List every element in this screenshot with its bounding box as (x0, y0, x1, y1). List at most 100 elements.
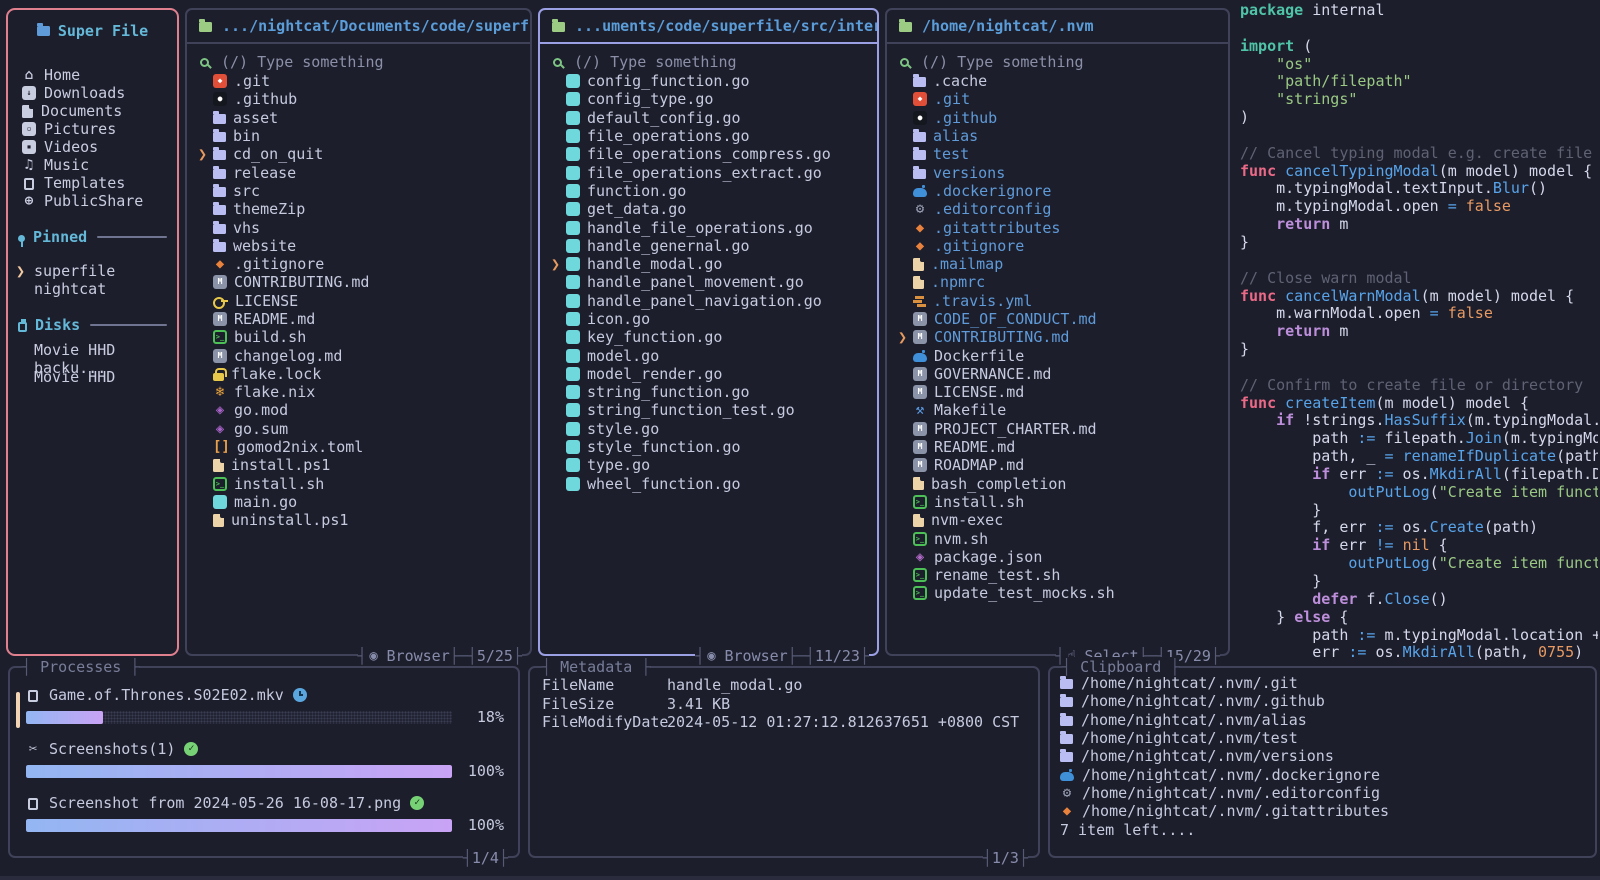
disk-item-movie-hhd-backu-[interactable]: Movie HHD backu... (8, 350, 177, 368)
file-row[interactable]: string_function_test.go (550, 401, 867, 419)
file-row[interactable]: MROADMAP.md (897, 456, 1218, 474)
panel-search-bar[interactable]: (/) Type something (550, 52, 867, 71)
file-row[interactable]: handle_file_operations.go (550, 218, 867, 236)
file-row[interactable]: wheel_function.go (550, 475, 867, 493)
file-row[interactable]: Dockerfile (897, 346, 1218, 364)
file-row[interactable]: file_operations_compress.go (550, 145, 867, 163)
file-row[interactable]: .npmrc (897, 273, 1218, 291)
file-row[interactable]: default_config.go (550, 109, 867, 127)
file-row[interactable]: MGOVERNANCE.md (897, 365, 1218, 383)
file-row[interactable]: ◆.git (197, 72, 520, 90)
file-row[interactable]: config_function.go (550, 72, 867, 90)
sidebar-item-downloads[interactable]: ↓Downloads (8, 84, 177, 102)
file-row[interactable]: >_install.sh (897, 493, 1218, 511)
panel-path-header[interactable]: /home/nightcat/.nvm (887, 10, 1228, 44)
file-row[interactable]: vhs (197, 218, 520, 236)
file-row[interactable]: key_function.go (550, 328, 867, 346)
file-row[interactable]: MCODE_OF_CONDUCT.md (897, 310, 1218, 328)
file-row[interactable]: file_operations.go (550, 127, 867, 145)
file-row[interactable]: >_install.sh (197, 475, 520, 493)
sidebar-item-pictures[interactable]: ▫Pictures (8, 120, 177, 138)
file-row[interactable]: bin (197, 127, 520, 145)
file-row[interactable]: ●.github (897, 109, 1218, 127)
file-row[interactable]: ◈go.mod (197, 401, 520, 419)
file-row[interactable]: >_build.sh (197, 328, 520, 346)
sidebar-item-publicshare[interactable]: ⊕PublicShare (8, 192, 177, 210)
file-row[interactable]: ◈go.sum (197, 420, 520, 438)
sidebar-item-videos[interactable]: ▪Videos (8, 138, 177, 156)
pinned-item-superfile[interactable]: ❯superfile (8, 262, 177, 280)
file-row[interactable]: ◆.gitignore (197, 255, 520, 273)
file-row[interactable]: ●.github (197, 90, 520, 108)
file-row[interactable]: ◆.gitattributes (897, 218, 1218, 236)
file-row[interactable]: uninstall.ps1 (197, 511, 520, 529)
file-row[interactable]: icon.go (550, 310, 867, 328)
file-row[interactable]: file_operations_extract.go (550, 163, 867, 181)
file-row[interactable]: src (197, 182, 520, 200)
file-row[interactable]: release (197, 163, 520, 181)
file-row[interactable]: handle_genernal.go (550, 237, 867, 255)
disk-item-movie-hhd[interactable]: Movie HHD (8, 368, 177, 386)
file-row[interactable]: style_function.go (550, 438, 867, 456)
sidebar-item-documents[interactable]: Documents (8, 102, 177, 120)
file-row[interactable]: ⚒Makefile (897, 401, 1218, 419)
file-row[interactable]: >_nvm.sh (897, 529, 1218, 547)
file-row[interactable]: config_type.go (550, 90, 867, 108)
file-row[interactable]: model_render.go (550, 365, 867, 383)
file-row[interactable]: flake.lock (197, 365, 520, 383)
file-row[interactable]: MCONTRIBUTING.md (197, 273, 520, 291)
file-row[interactable]: main.go (197, 493, 520, 511)
file-row[interactable]: test (897, 145, 1218, 163)
file-row[interactable]: .mailmap (897, 255, 1218, 273)
process-item[interactable]: Game.of.Thrones.S02E02.mkv18% (26, 686, 504, 726)
file-row[interactable]: type.go (550, 456, 867, 474)
file-row[interactable]: install.ps1 (197, 456, 520, 474)
panel-search-bar[interactable]: (/) Type something (897, 52, 1218, 71)
file-row[interactable]: .cache (897, 72, 1218, 90)
file-row[interactable]: MREADME.md (897, 438, 1218, 456)
file-row[interactable]: ◈package.json (897, 548, 1218, 566)
file-row[interactable]: MREADME.md (197, 310, 520, 328)
process-item[interactable]: ✂Screenshots(1)✓100% (26, 740, 504, 780)
pinned-item-nightcat[interactable]: nightcat (8, 280, 177, 298)
file-row[interactable]: model.go (550, 346, 867, 364)
file-row[interactable]: Mchangelog.md (197, 346, 520, 364)
file-row[interactable]: bash_completion (897, 475, 1218, 493)
sidebar-item-music[interactable]: ♫Music (8, 156, 177, 174)
file-row[interactable]: ❯MCONTRIBUTING.md (897, 328, 1218, 346)
file-row[interactable]: asset (197, 109, 520, 127)
file-row[interactable]: .dockerignore (897, 182, 1218, 200)
pin-icon (18, 235, 25, 242)
file-row[interactable]: ◆.git (897, 90, 1218, 108)
panel-search-bar[interactable]: (/) Type something (197, 52, 520, 71)
sidebar-item-home[interactable]: ⌂Home (8, 66, 177, 84)
file-row[interactable]: nvm-exec (897, 511, 1218, 529)
panel-path-header[interactable]: .../nightcat/Documents/code/superfile (187, 10, 530, 44)
file-row[interactable]: >_update_test_mocks.sh (897, 584, 1218, 602)
file-row[interactable]: website (197, 237, 520, 255)
file-row[interactable]: themeZip (197, 200, 520, 218)
file-row[interactable]: string_function.go (550, 383, 867, 401)
panel-path-header[interactable]: ...uments/code/superfile/src/internal (540, 10, 877, 44)
file-row[interactable]: handle_panel_navigation.go (550, 292, 867, 310)
file-row[interactable]: .travis.yml (897, 292, 1218, 310)
file-row[interactable]: []gomod2nix.toml (197, 438, 520, 456)
file-row[interactable]: function.go (550, 182, 867, 200)
file-row[interactable]: LICENSE (197, 292, 520, 310)
file-row[interactable]: MLICENSE.md (897, 383, 1218, 401)
process-item[interactable]: Screenshot from 2024-05-26 16-08-17.png✓… (26, 794, 504, 834)
file-row[interactable]: ❯cd_on_quit (197, 145, 520, 163)
sidebar-item-templates[interactable]: Templates (8, 174, 177, 192)
file-row[interactable]: ❄flake.nix (197, 383, 520, 401)
file-row[interactable]: alias (897, 127, 1218, 145)
code-line (1240, 359, 1598, 377)
file-row[interactable]: handle_panel_movement.go (550, 273, 867, 291)
file-row[interactable]: ⚙.editorconfig (897, 200, 1218, 218)
file-row[interactable]: MPROJECT_CHARTER.md (897, 420, 1218, 438)
file-row[interactable]: ◆.gitignore (897, 237, 1218, 255)
file-row[interactable]: get_data.go (550, 200, 867, 218)
file-row[interactable]: style.go (550, 420, 867, 438)
file-row[interactable]: >_rename_test.sh (897, 566, 1218, 584)
file-row[interactable]: versions (897, 163, 1218, 181)
file-row[interactable]: ❯handle_modal.go (550, 255, 867, 273)
